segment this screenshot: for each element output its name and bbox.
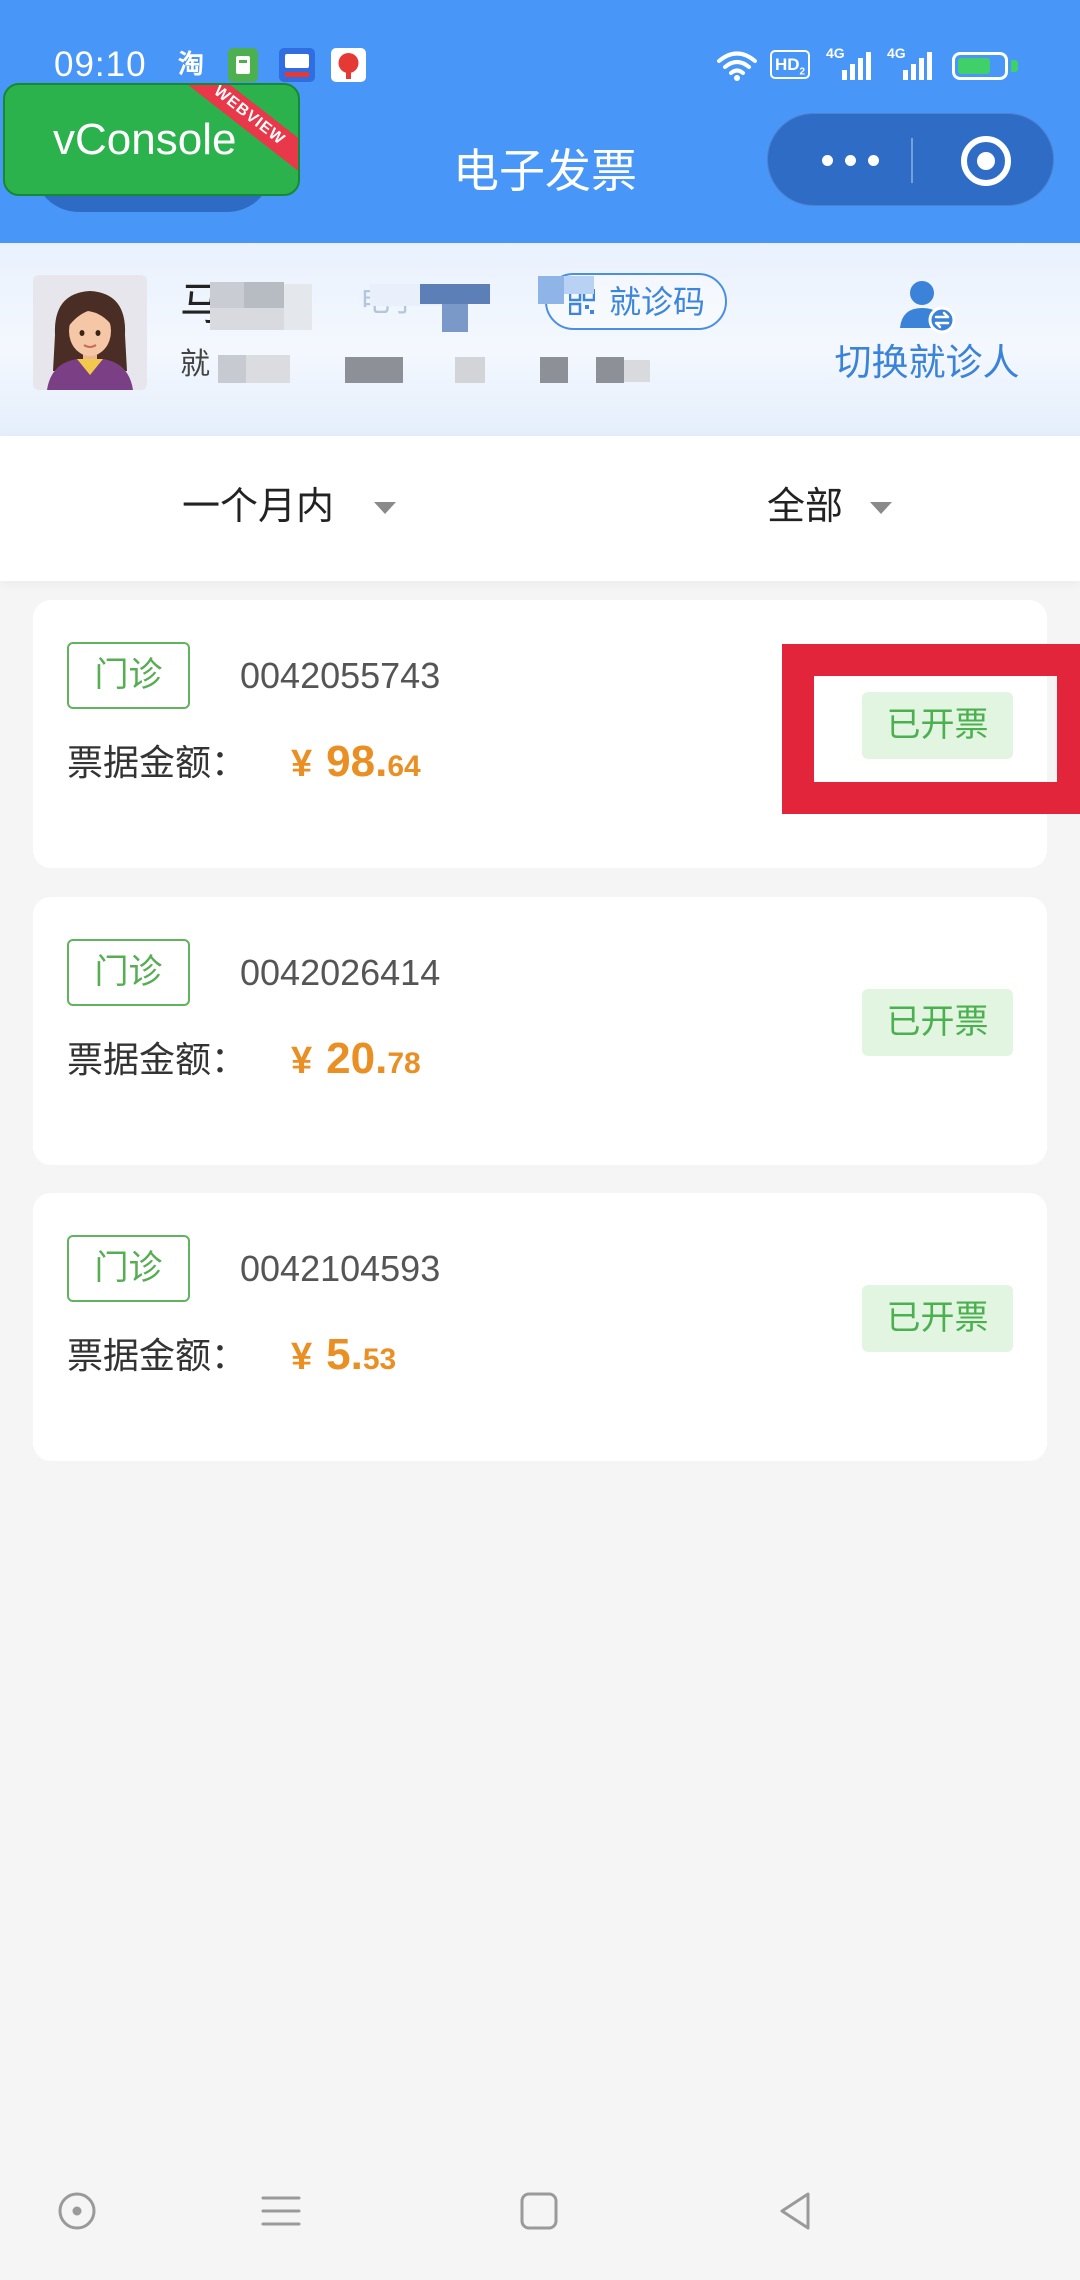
redacted-mosaic [210, 308, 284, 330]
redacted-mosaic [284, 284, 312, 330]
capsule-divider [911, 138, 913, 183]
invoice-number: 0042055743 [240, 655, 441, 696]
avatar [33, 275, 147, 390]
patient-id: 就 [180, 348, 210, 381]
amount-integer: 20. [326, 1034, 388, 1083]
wifi-icon [716, 50, 758, 82]
redacted-mosaic [596, 357, 624, 383]
target-close-icon[interactable] [961, 136, 1011, 186]
menu-icon[interactable] [258, 2188, 304, 2234]
amount-integer: 5. [326, 1330, 363, 1379]
redacted-mosaic [246, 355, 290, 383]
redacted-mosaic [540, 357, 568, 383]
female-avatar-icon [33, 275, 147, 390]
redacted-mosaic [244, 282, 284, 308]
status-badge: 已开票 [862, 1285, 1013, 1352]
chevron-down-icon [870, 502, 892, 514]
status-badge: 已开票 [862, 989, 1013, 1056]
miniprogram-capsule [767, 113, 1054, 206]
invoice-amount: ¥5.53 [291, 1329, 396, 1391]
redacted-mosaic [442, 304, 468, 332]
currency-symbol: ¥ [291, 1040, 313, 1082]
switch-patient-button[interactable]: 切换就诊人 [822, 342, 1032, 384]
redacted-mosaic [420, 284, 490, 304]
signal-icon [901, 50, 935, 82]
qr-code-label: 就诊码 [609, 284, 706, 320]
status-time: 09:10 [54, 45, 147, 84]
redacted-mosaic [564, 276, 594, 294]
redacted-mosaic [345, 357, 403, 383]
app-red-icon [331, 48, 366, 82]
visit-type-tag: 门诊 [67, 1235, 190, 1302]
back-triangle-icon[interactable] [772, 2188, 818, 2234]
invoice-amount: ¥20.78 [291, 1033, 421, 1095]
category-filter-label: 全部 [767, 486, 844, 528]
amount-decimal: 78 [387, 1047, 421, 1080]
redacted-mosaic [624, 360, 650, 382]
chevron-down-icon [374, 502, 396, 514]
app-green-icon [228, 48, 258, 82]
period-filter[interactable]: 一个月内 [160, 436, 420, 581]
amount-decimal: 53 [362, 1343, 397, 1376]
currency-symbol: ¥ [291, 743, 313, 785]
filter-bar: 一个月内 全部 [0, 436, 1080, 581]
amount-label: 票据金额： [67, 1039, 248, 1080]
redacted-mosaic [218, 355, 246, 383]
hd-voice-icon: HD2 [770, 50, 810, 79]
invoice-number: 0042104593 [240, 1248, 441, 1289]
circle-icon[interactable] [54, 2188, 100, 2234]
highlight-box [782, 644, 1080, 814]
redacted-mosaic [210, 282, 244, 308]
battery-icon [952, 52, 1008, 80]
currency-symbol: ¥ [291, 1336, 313, 1378]
period-filter-label: 一个月内 [182, 486, 335, 528]
vconsole-label: vConsole [53, 115, 237, 164]
page-title: 电子发票 [453, 145, 637, 197]
amount-label: 票据金额： [67, 1335, 248, 1376]
category-filter[interactable]: 全部 [750, 436, 920, 581]
battery-cap [1011, 60, 1018, 72]
switch-patient-icon[interactable] [898, 278, 956, 334]
more-dots-icon[interactable] [816, 134, 886, 186]
redacted-mosaic [538, 276, 564, 304]
signal-icon [840, 50, 874, 82]
visit-type-tag: 门诊 [67, 939, 190, 1006]
invoice-card[interactable]: 门诊 0042026414 票据金额： ¥20.78 已开票 [33, 897, 1047, 1165]
patient-panel [0, 243, 1080, 436]
square-icon[interactable] [516, 2188, 562, 2234]
app-blue-icon [279, 48, 315, 82]
invoice-number: 0042026414 [240, 952, 441, 993]
redacted-mosaic [455, 357, 485, 383]
invoice-card[interactable]: 门诊 0042104593 票据金额： ¥5.53 已开票 [33, 1193, 1047, 1461]
vconsole-button[interactable]: vConsole WEBVIEW [3, 83, 300, 196]
invoice-amount: ¥98.64 [291, 736, 421, 798]
taobao-icon: 淘 [178, 49, 205, 79]
amount-decimal: 64 [387, 750, 421, 783]
visit-type-tag: 门诊 [67, 642, 190, 709]
amount-integer: 98. [326, 737, 388, 786]
amount-label: 票据金额： [67, 742, 248, 783]
